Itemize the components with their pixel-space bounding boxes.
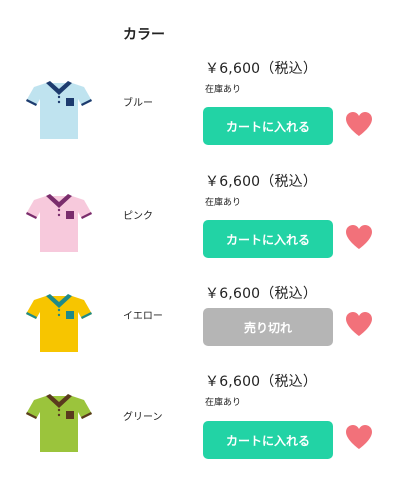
polo-shirt-icon <box>24 290 94 356</box>
color-name: ピンク <box>123 211 153 222</box>
polo-shirt-icon <box>24 390 94 456</box>
heart-icon[interactable] <box>345 424 373 450</box>
add-to-cart-button[interactable]: カートに入れる <box>203 107 333 145</box>
price: ￥6,600（税込） <box>205 61 318 77</box>
list-item-green: グリーン ￥6,600（税込） 在庫あり カートに入れる <box>0 365 418 465</box>
section-title: カラー <box>123 27 165 43</box>
stock-status: 在庫あり <box>205 85 242 95</box>
price: ￥6,600（税込） <box>205 374 318 390</box>
color-name: イエロー <box>123 311 163 322</box>
add-to-cart-button[interactable]: カートに入れる <box>203 421 333 459</box>
list-item-blue: ブルー ￥6,600（税込） 在庫あり カートに入れる <box>0 52 418 152</box>
list-item-yellow: イエロー ￥6,600（税込） 売り切れ <box>0 278 418 378</box>
stock-status: 在庫あり <box>205 398 242 408</box>
heart-icon[interactable] <box>345 111 373 137</box>
heart-icon[interactable] <box>345 311 373 337</box>
color-name: グリーン <box>123 412 163 423</box>
polo-shirt-icon <box>24 190 94 256</box>
price: ￥6,600（税込） <box>205 286 318 302</box>
sold-out-button: 売り切れ <box>203 308 333 346</box>
polo-shirt-icon <box>24 77 94 143</box>
color-name: ブルー <box>123 98 153 109</box>
heart-icon[interactable] <box>345 224 373 250</box>
add-to-cart-button[interactable]: カートに入れる <box>203 220 333 258</box>
price: ￥6,600（税込） <box>205 174 318 190</box>
stock-status: 在庫あり <box>205 198 242 208</box>
list-item-pink: ピンク ￥6,600（税込） 在庫あり カートに入れる <box>0 165 418 265</box>
